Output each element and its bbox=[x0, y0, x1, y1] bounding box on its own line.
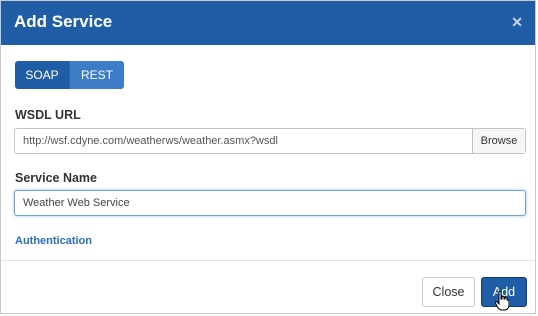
close-icon[interactable]: ✕ bbox=[511, 14, 523, 31]
tab-soap[interactable]: SOAP bbox=[15, 61, 69, 89]
dialog-header: Add Service ✕ bbox=[1, 1, 535, 45]
service-name-label: Service Name bbox=[15, 171, 98, 185]
wsdl-url-label: WSDL URL bbox=[15, 108, 81, 122]
service-name-input[interactable] bbox=[14, 190, 526, 216]
close-button[interactable]: Close bbox=[422, 277, 475, 307]
browse-button[interactable]: Browse bbox=[472, 129, 525, 153]
footer-divider bbox=[1, 260, 535, 261]
wsdl-url-group: Browse bbox=[14, 128, 526, 154]
dialog-title: Add Service bbox=[14, 12, 113, 31]
protocol-toggle: SOAP REST bbox=[15, 61, 124, 89]
wsdl-url-input[interactable] bbox=[15, 129, 472, 153]
add-service-dialog: Add Service ✕ SOAP REST WSDL URL Browse … bbox=[0, 0, 536, 314]
authentication-link[interactable]: Authentication bbox=[15, 235, 92, 247]
hand-cursor-icon bbox=[495, 291, 509, 311]
tab-rest[interactable]: REST bbox=[69, 61, 124, 89]
